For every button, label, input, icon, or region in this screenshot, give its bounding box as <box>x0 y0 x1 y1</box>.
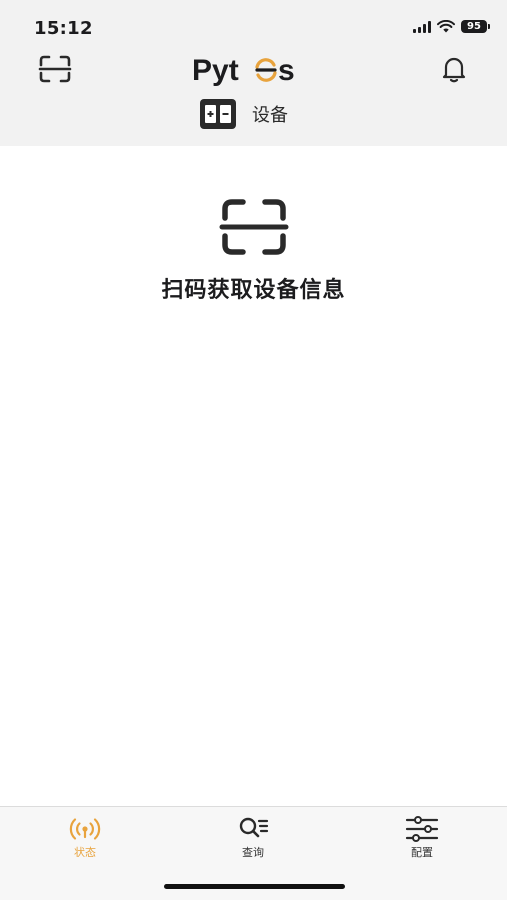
pytes-logo: Pyt s <box>192 54 295 87</box>
svg-text:s: s <box>278 54 295 87</box>
svg-text:Pyt: Pyt <box>192 54 239 87</box>
header-area: 15:12 95 Pyt s 设备 <box>0 0 507 146</box>
app-screen: 15:12 95 Pyt s 设备 扫码获取设备信息 状态 查询 配置 <box>0 0 507 900</box>
search-list-icon <box>239 817 269 838</box>
tab-config[interactable]: 配置 <box>387 815 457 860</box>
tab-status-label: 状态 <box>74 846 96 859</box>
status-bar: 15:12 95 <box>0 0 507 48</box>
battery-indicator: 95 <box>461 20 490 33</box>
scan-area: 扫码获取设备信息 <box>0 196 507 304</box>
device-tab-label: 设备 <box>252 105 288 126</box>
sliders-icon <box>405 816 439 842</box>
battery-device-icon <box>200 99 236 129</box>
nav-bar: Pyt s <box>0 48 507 92</box>
scan-code-icon[interactable] <box>219 196 289 258</box>
status-time: 15:12 <box>34 18 93 39</box>
scan-icon[interactable] <box>38 54 72 84</box>
wifi-icon <box>437 20 455 33</box>
cellular-signal-icon <box>413 20 431 33</box>
tab-config-label: 配置 <box>411 846 433 859</box>
radio-signal-icon <box>69 818 101 840</box>
tab-query[interactable]: 查询 <box>218 815 288 860</box>
tab-query-label: 查询 <box>242 846 264 859</box>
device-tab[interactable]: 设备 <box>198 96 288 132</box>
home-indicator[interactable] <box>164 884 345 889</box>
tab-status[interactable]: 状态 <box>50 815 120 860</box>
bell-icon[interactable] <box>439 54 469 84</box>
status-indicators: 95 <box>413 20 490 33</box>
scan-prompt: 扫码获取设备信息 <box>161 278 346 303</box>
